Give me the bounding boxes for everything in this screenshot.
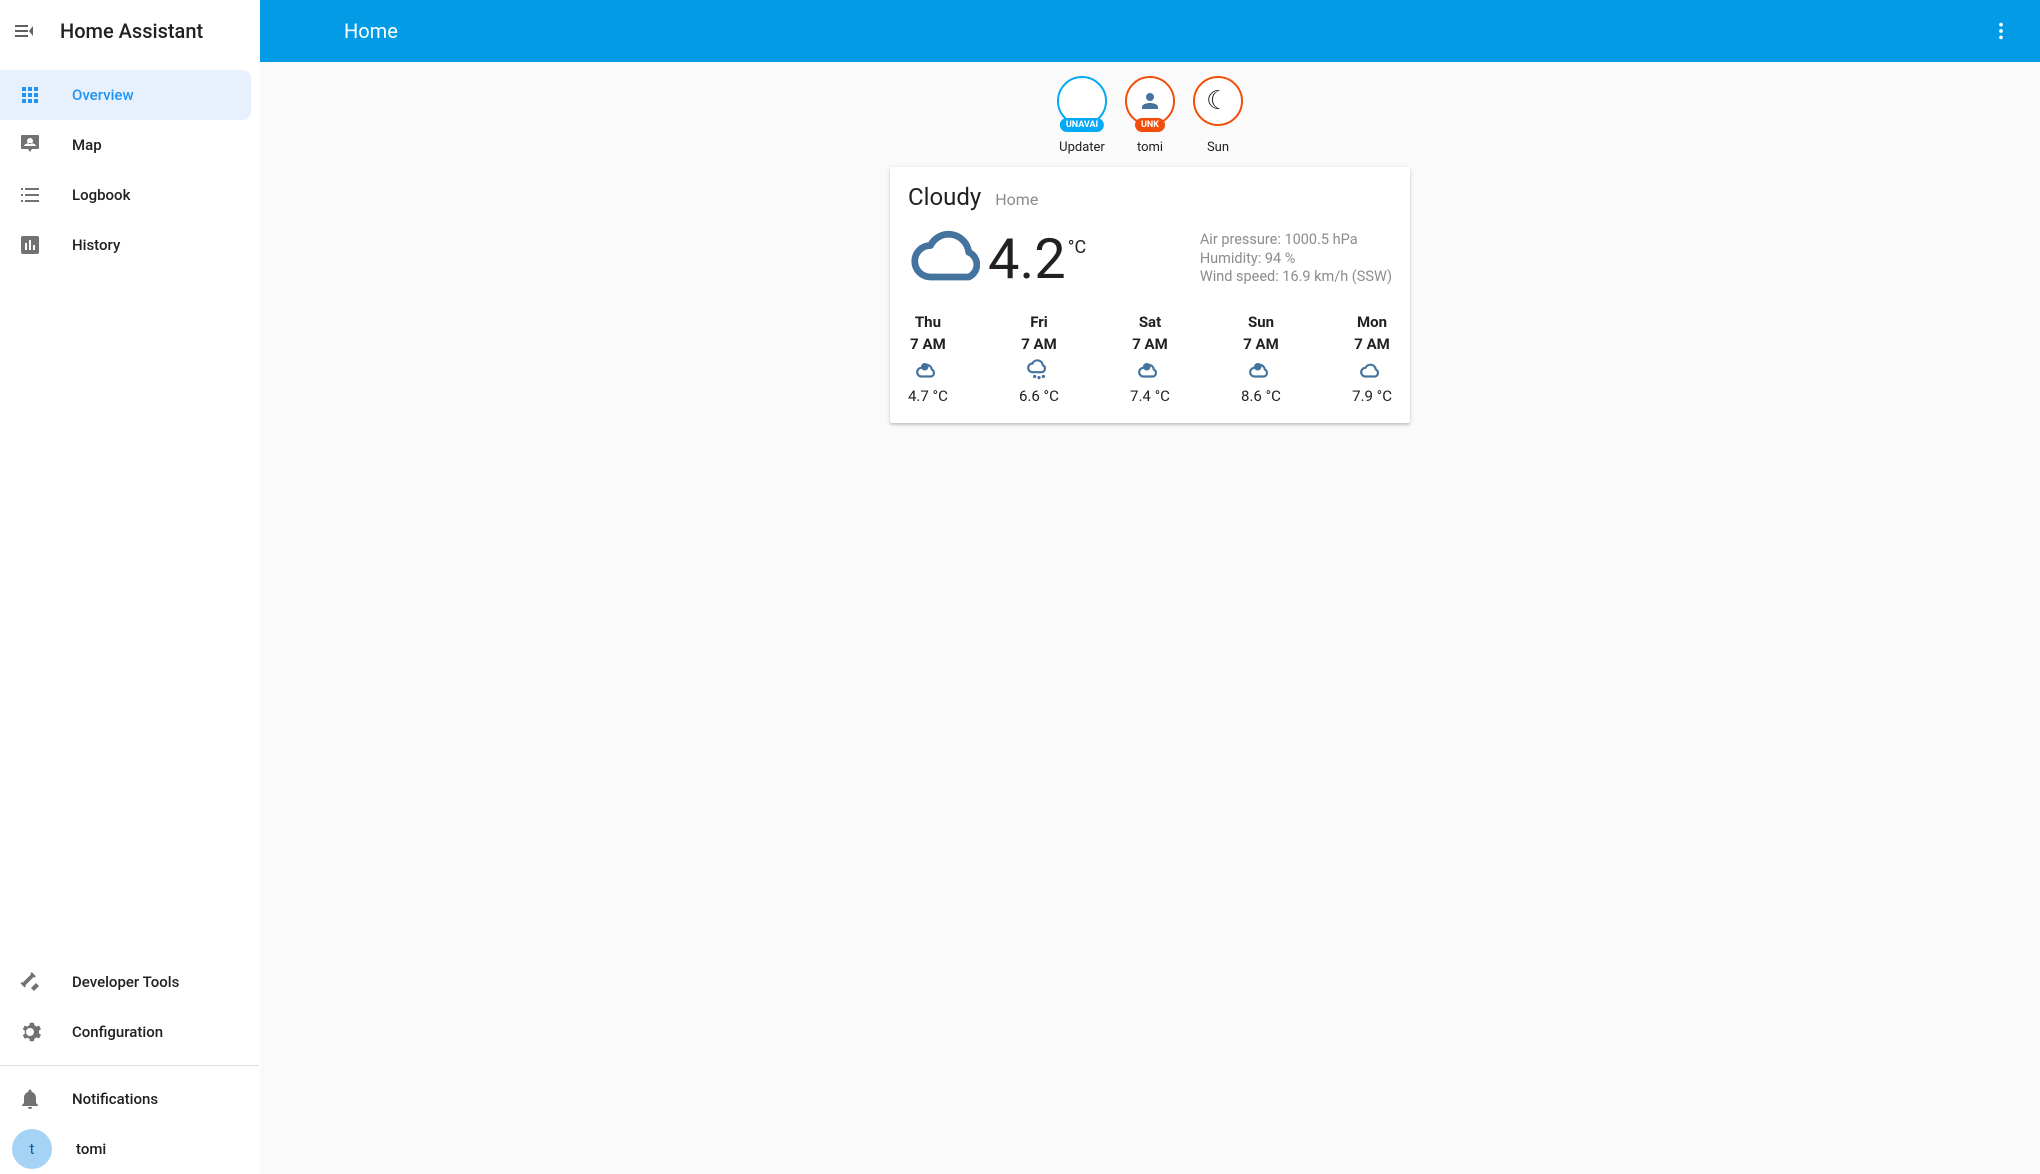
sidebar-item-label: Map <box>72 136 102 154</box>
weather-attributes: Air pressure1000.5 hPa Humidity94 % Wind… <box>1200 231 1392 288</box>
cloudy-icon <box>1359 357 1385 383</box>
forecast-item: Fri 7 AM 6.6 °C <box>1019 313 1059 405</box>
sidebar-item-notifications[interactable]: Notifications <box>0 1074 251 1124</box>
sidebar-nav: Overview Map Logbook History <box>0 62 259 270</box>
sidebar: Home Assistant Overview Map Logbook Hist… <box>0 0 260 1174</box>
fc-time: 7 AM <box>910 335 946 353</box>
badge-sun[interactable]: ☽ Sun <box>1188 76 1248 155</box>
hammer-icon <box>18 970 42 994</box>
forecast-item: Thu 7 AM 4.7 °C <box>908 313 948 405</box>
sidebar-item-logbook[interactable]: Logbook <box>0 170 251 220</box>
badge-circle: ☽ <box>1193 76 1243 126</box>
sidebar-item-configuration[interactable]: Configuration <box>0 1007 251 1057</box>
fc-temp: 7.9 °C <box>1352 387 1392 405</box>
sidebar-toggle-icon[interactable] <box>12 19 36 43</box>
forecast-row: Thu 7 AM 4.7 °C Fri 7 AM 6.6 °C Sat 7 AM… <box>908 313 1392 405</box>
sidebar-item-label: Overview <box>72 86 134 104</box>
badge-label: tomi <box>1137 140 1163 155</box>
badge-circle: UNAVAI <box>1057 76 1107 126</box>
fc-day: Sun <box>1248 313 1274 331</box>
sidebar-item-devtools[interactable]: Developer Tools <box>0 957 251 1007</box>
moon-icon: ☽ <box>1206 88 1229 114</box>
sidebar-item-history[interactable]: History <box>0 220 251 270</box>
chart-box-icon <box>18 233 42 257</box>
forecast-item: Sun 7 AM 8.6 °C <box>1241 313 1281 405</box>
temp-unit: °C <box>1068 237 1086 258</box>
temp-now: 4.2 °C <box>988 231 1086 287</box>
attr-value: 1000.5 hPa <box>1284 231 1357 248</box>
sidebar-item-map[interactable]: Map <box>0 120 251 170</box>
sidebar-header: Home Assistant <box>0 0 259 62</box>
forecast-item: Sat 7 AM 7.4 °C <box>1130 313 1170 405</box>
avatar: t <box>12 1129 52 1169</box>
fc-time: 7 AM <box>1243 335 1279 353</box>
fc-time: 7 AM <box>1132 335 1168 353</box>
weather-row: 4.2 °C Air pressure1000.5 hPa Humidity94… <box>908 223 1392 295</box>
badge-pill: UNAVAI <box>1060 118 1104 132</box>
tooltip-account-icon <box>18 133 42 157</box>
sidebar-item-label: Configuration <box>72 1023 163 1041</box>
fc-temp: 8.6 °C <box>1241 387 1281 405</box>
partly-cloudy-icon <box>1248 357 1274 383</box>
sidebar-item-label: Notifications <box>72 1090 158 1108</box>
sidebar-user[interactable]: t tomi <box>0 1124 259 1174</box>
avatar-initial: t <box>30 1140 35 1158</box>
sidebar-item-label: History <box>72 236 120 254</box>
sidebar-divider <box>0 1065 259 1066</box>
bell-icon <box>18 1087 42 1111</box>
fc-day: Thu <box>915 313 941 331</box>
forecast-item: Mon 7 AM 7.9 °C <box>1352 313 1392 405</box>
main: Home UNAVAI Updater UNK tomi <box>260 0 2040 1174</box>
attr-label: Air pressure <box>1200 231 1285 248</box>
topbar: Home <box>260 0 2040 62</box>
badge-updater[interactable]: UNAVAI Updater <box>1052 76 1112 155</box>
partly-cloudy-icon <box>1137 357 1163 383</box>
temp-value: 4.2 <box>988 231 1066 287</box>
attr-label: Wind speed <box>1200 268 1282 285</box>
fc-temp: 6.6 °C <box>1019 387 1059 405</box>
fc-day: Sat <box>1139 313 1161 331</box>
badge-label: Sun <box>1207 140 1229 155</box>
weather-condition: Cloudy <box>908 183 981 211</box>
badge-circle: UNK <box>1125 76 1175 126</box>
sidebar-item-label: Logbook <box>72 186 130 204</box>
app-title: Home Assistant <box>60 19 203 43</box>
fc-time: 7 AM <box>1021 335 1057 353</box>
weather-card-header: Cloudy Home <box>908 183 1392 211</box>
badge-pill: UNK <box>1135 118 1165 132</box>
content: UNAVAI Updater UNK tomi ☽ Sun <box>260 62 2040 437</box>
attr-value: 16.9 km/h (SSW) <box>1282 268 1392 285</box>
sidebar-item-label: Developer Tools <box>72 973 179 991</box>
badge-tomi[interactable]: UNK tomi <box>1120 76 1180 155</box>
fc-temp: 4.7 °C <box>908 387 948 405</box>
fc-day: Mon <box>1357 313 1387 331</box>
rainy-icon <box>1026 357 1052 383</box>
partly-cloudy-icon <box>915 357 941 383</box>
attr-label: Humidity <box>1200 250 1265 267</box>
attr-value: 94 % <box>1265 250 1296 267</box>
fc-time: 7 AM <box>1354 335 1390 353</box>
cloud-icon <box>908 223 980 295</box>
person-icon <box>1138 89 1162 113</box>
grid-icon <box>18 83 42 107</box>
badges-row: UNAVAI Updater UNK tomi ☽ Sun <box>1052 76 1248 155</box>
fc-day: Fri <box>1030 313 1048 331</box>
sidebar-item-overview[interactable]: Overview <box>0 70 251 120</box>
fc-temp: 7.4 °C <box>1130 387 1170 405</box>
overflow-menu-icon[interactable] <box>1982 12 2020 50</box>
weather-location: Home <box>995 190 1038 209</box>
list-icon <box>18 183 42 207</box>
gear-icon <box>18 1020 42 1044</box>
user-name: tomi <box>76 1140 106 1158</box>
page-title: Home <box>344 19 398 43</box>
weather-card[interactable]: Cloudy Home 4.2 °C Air pressure1000.5 hP… <box>890 167 1410 423</box>
badge-label: Updater <box>1059 140 1105 155</box>
